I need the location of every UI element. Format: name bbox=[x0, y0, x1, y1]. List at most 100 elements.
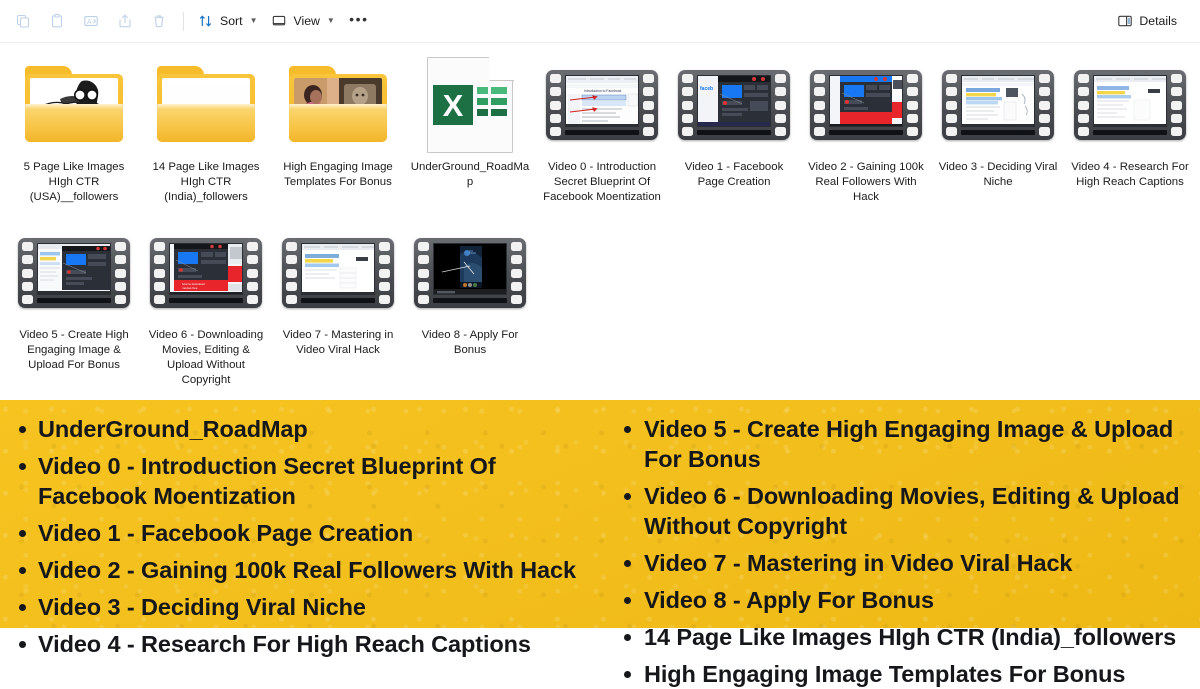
rename-icon: A bbox=[84, 16, 98, 26]
file-thumbnail: how to download movies free bbox=[147, 225, 265, 321]
details-pane-button[interactable]: Details bbox=[1110, 6, 1184, 36]
video-preview-image bbox=[829, 75, 903, 127]
video-preview-image: Introduction to Facebook bbox=[565, 75, 639, 127]
banner-list-item: 14 Page Like Images HIgh CTR (India)_fol… bbox=[608, 622, 1190, 652]
explorer-toolbar: A Sort ▼ View ▼ ••• Details bbox=[0, 0, 1200, 43]
file-item[interactable]: Introduction to Facebook Video 0 - Intro… bbox=[536, 51, 668, 209]
file-thumbnail bbox=[279, 225, 397, 321]
file-item[interactable]: 14 Page Like Images HIgh CTR (India)_fol… bbox=[140, 51, 272, 209]
file-grid-row-1: 5 Page Like Images HIgh CTR (USA)__follo… bbox=[0, 43, 1200, 209]
file-item[interactable]: High Engaging Image Templates For Bonus bbox=[272, 51, 404, 209]
banner-list-item: Video 4 - Research For High Reach Captio… bbox=[0, 629, 590, 659]
details-pane-icon bbox=[1118, 15, 1133, 27]
copy-icon bbox=[16, 14, 30, 28]
file-item[interactable]: X UnderGround_RoadMap bbox=[404, 51, 536, 209]
excel-file-icon: X bbox=[427, 54, 515, 153]
file-grid-row-2: Video 5 - Create High Engaging Image & U… bbox=[0, 209, 1200, 392]
sort-button[interactable]: Sort ▼ bbox=[191, 6, 264, 36]
paste-icon bbox=[51, 13, 63, 28]
video-file-icon bbox=[282, 238, 394, 308]
folder-icon bbox=[286, 64, 390, 146]
document-with-red-arrows-icon: Introduction to Facebook bbox=[566, 76, 638, 126]
banner-list-item: Video 3 - Deciding Viral Niche bbox=[0, 592, 590, 622]
video-preview-image: faceb bbox=[697, 75, 771, 127]
file-item[interactable]: how to download movies free Video 6 - Do… bbox=[140, 219, 272, 392]
overflow-menu-button[interactable]: ••• bbox=[342, 6, 376, 36]
video-file-icon bbox=[942, 70, 1054, 140]
file-item[interactable]: Video 8 - Apply For Bonus bbox=[404, 219, 536, 392]
video-preview-image bbox=[961, 75, 1035, 127]
file-list-view[interactable]: 5 Page Like Images HIgh CTR (USA)__follo… bbox=[0, 43, 1200, 400]
file-name-label: Video 8 - Apply For Bonus bbox=[421, 329, 519, 356]
share-button[interactable] bbox=[108, 6, 142, 36]
toolbar-right-group: Details bbox=[1110, 6, 1200, 36]
delete-icon bbox=[154, 15, 164, 28]
file-item[interactable]: faceb Video 1 - Facebook Page Creation bbox=[668, 51, 800, 209]
details-label: Details bbox=[1139, 14, 1177, 28]
video-file-icon bbox=[810, 70, 922, 140]
file-thumbnail bbox=[411, 225, 529, 321]
chevron-down-icon: ▼ bbox=[249, 16, 258, 25]
file-item[interactable]: Video 4 - Research For High Reach Captio… bbox=[1064, 51, 1196, 209]
toolbar-left-group: A Sort ▼ View ▼ ••• bbox=[0, 6, 376, 36]
file-item[interactable]: Video 7 - Mastering in Video Viral Hack bbox=[272, 219, 404, 392]
banner-right-column: Video 5 - Create High Engaging Image & U… bbox=[600, 414, 1200, 687]
black-phone-video-icon bbox=[434, 244, 506, 294]
banner-list-item: Video 7 - Mastering in Video Viral Hack bbox=[608, 548, 1190, 578]
facebook-dark-page-icon: faceb bbox=[698, 76, 770, 126]
banner-list-item: UnderGround_RoadMap bbox=[0, 414, 590, 444]
banner-left-column: UnderGround_RoadMap Video 0 - Introducti… bbox=[0, 414, 600, 657]
file-thumbnail: X bbox=[411, 54, 529, 153]
file-name-label: Video 0 - Introduction Secret Blueprint … bbox=[543, 161, 661, 203]
file-name-label: Video 6 - Downloading Movies, Editing & … bbox=[148, 329, 264, 386]
file-thumbnail: Introduction to Facebook bbox=[543, 57, 661, 153]
spreadsheet-light-icon bbox=[1094, 76, 1166, 126]
banner-list-item: Video 2 - Gaining 100k Real Followers Wi… bbox=[0, 555, 590, 585]
video-preview-image: how to download movies free bbox=[169, 243, 243, 295]
svg-text:movies free: movies free bbox=[182, 286, 198, 290]
delete-button[interactable] bbox=[142, 6, 176, 36]
video-preview-image bbox=[37, 243, 111, 295]
excel-x-glyph: X bbox=[433, 85, 473, 125]
view-icon bbox=[273, 15, 286, 26]
banner-list-item: Video 6 - Downloading Movies, Editing & … bbox=[608, 481, 1190, 541]
file-item[interactable]: 5 Page Like Images HIgh CTR (USA)__follo… bbox=[8, 51, 140, 209]
view-label: View bbox=[293, 14, 320, 28]
facebook-dark-red-banner-icon bbox=[830, 76, 902, 126]
ellipsis-icon: ••• bbox=[349, 10, 369, 27]
file-name-label: Video 4 - Research For High Reach Captio… bbox=[1071, 161, 1189, 188]
video-file-icon: Introduction to Facebook bbox=[546, 70, 658, 140]
file-item[interactable]: Video 5 - Create High Engaging Image & U… bbox=[8, 219, 140, 392]
rename-button[interactable]: A bbox=[74, 6, 108, 36]
excel-grid-bars bbox=[477, 87, 507, 120]
file-thumbnail bbox=[15, 225, 133, 321]
file-thumbnail bbox=[279, 57, 397, 153]
view-button[interactable]: View ▼ bbox=[264, 6, 341, 36]
banner-list-item: Video 0 - Introduction Secret Blueprint … bbox=[0, 451, 590, 511]
video-preview-image bbox=[433, 243, 507, 295]
copy-button[interactable] bbox=[6, 6, 40, 36]
file-name-label: Video 2 - Gaining 100k Real Followers Wi… bbox=[808, 161, 924, 203]
file-name-label: High Engaging Image Templates For Bonus bbox=[283, 161, 393, 188]
folder-icon bbox=[154, 64, 258, 146]
file-name-label: 14 Page Like Images HIgh CTR (India)_fol… bbox=[152, 161, 260, 203]
banner-left-list: UnderGround_RoadMap Video 0 - Introducti… bbox=[0, 414, 590, 659]
folder-icon bbox=[22, 64, 126, 146]
banner-list-item: Video 8 - Apply For Bonus bbox=[608, 585, 1190, 615]
file-thumbnail bbox=[1071, 57, 1189, 153]
file-item[interactable]: Video 2 - Gaining 100k Real Followers Wi… bbox=[800, 51, 932, 209]
share-icon bbox=[119, 14, 131, 28]
sort-label: Sort bbox=[220, 14, 243, 28]
file-item[interactable]: Video 3 - Deciding Viral Niche bbox=[932, 51, 1064, 209]
paste-button[interactable] bbox=[40, 6, 74, 36]
file-name-label: Video 7 - Mastering in Video Viral Hack bbox=[282, 329, 394, 356]
dark-page-red-footer-icon: how to download movies free bbox=[170, 244, 242, 294]
promo-banner: UnderGround_RoadMap Video 0 - Introducti… bbox=[0, 400, 1200, 687]
chevron-down-icon: ▼ bbox=[326, 16, 335, 25]
video-file-icon bbox=[414, 238, 526, 308]
video-file-icon bbox=[1074, 70, 1186, 140]
video-file-icon: faceb bbox=[678, 70, 790, 140]
file-thumbnail bbox=[147, 57, 265, 153]
file-thumbnail bbox=[15, 57, 133, 153]
banner-list-item: Video 1 - Facebook Page Creation bbox=[0, 518, 590, 548]
